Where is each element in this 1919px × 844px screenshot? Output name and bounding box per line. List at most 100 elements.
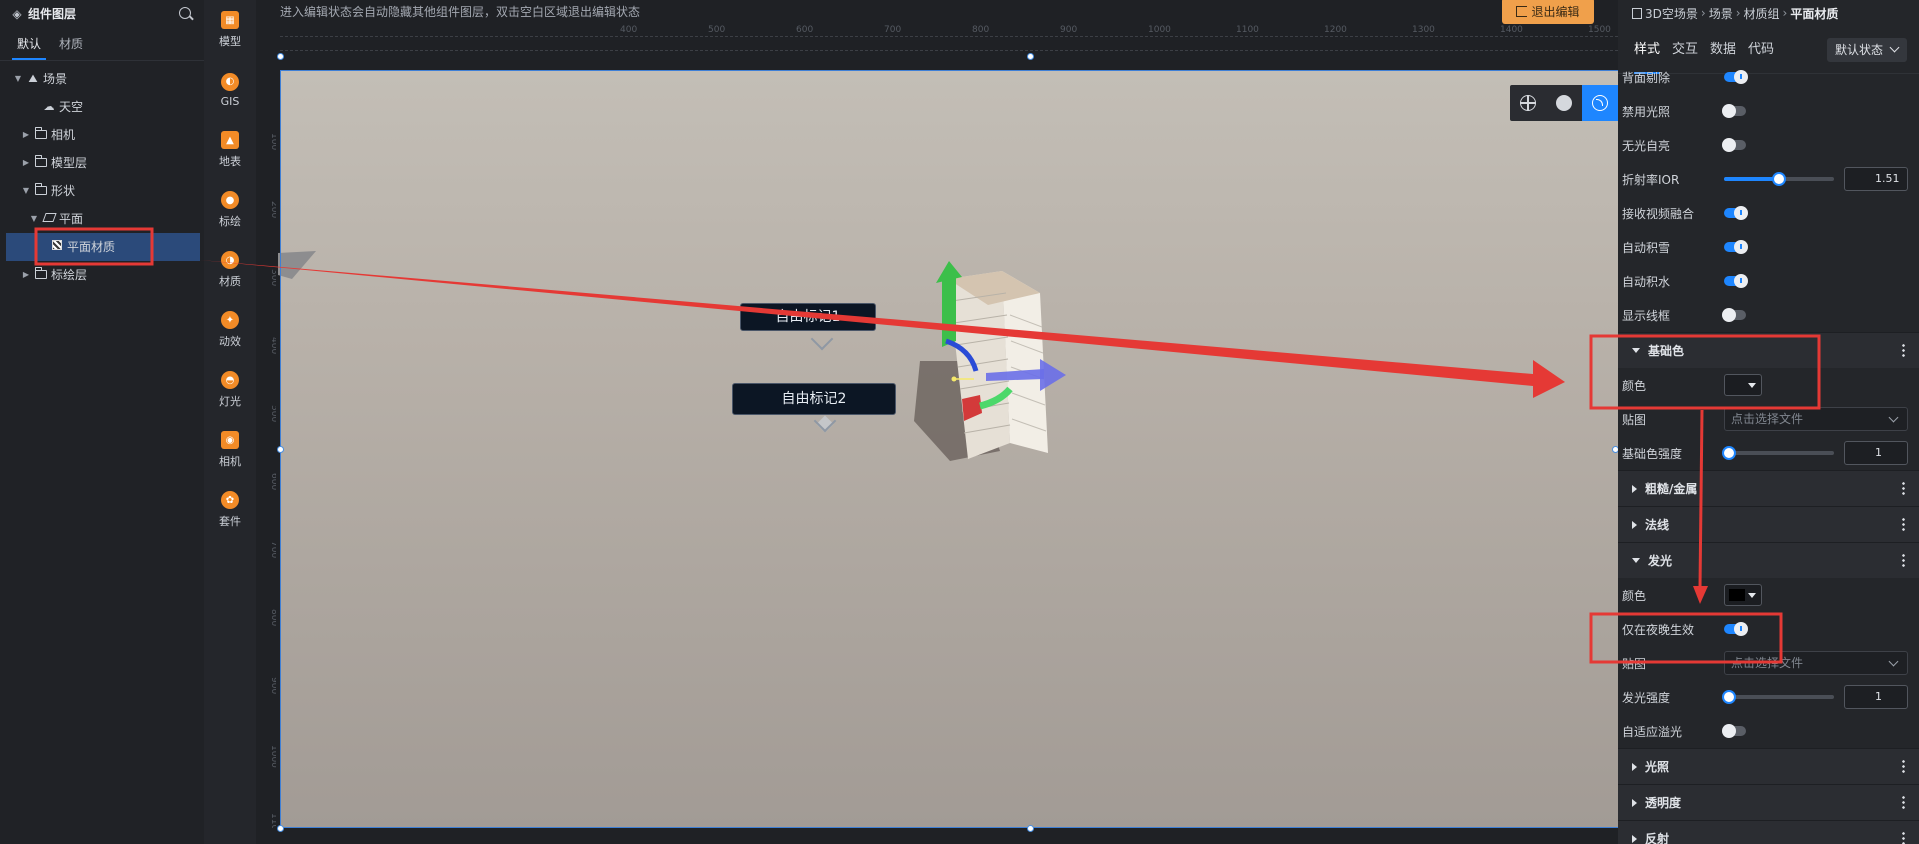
resize-handle-bottom[interactable] [1027,825,1034,832]
row-base-texture: 贴图 点击选择文件 [1618,402,1919,436]
more-icon[interactable] [1902,831,1905,844]
tool-camera[interactable]: ◉ 相机 [204,420,256,480]
tree-item-model-layer[interactable]: ▶ 模型层 [0,149,204,177]
resize-handle-bottom-left[interactable] [277,825,284,832]
chevron-down-icon[interactable]: ▼ [20,177,32,205]
tool-gis[interactable]: ◐ GIS [204,60,256,120]
tool-label: 模型 [219,35,241,48]
chevron-right-icon [1632,520,1637,529]
chevron-down-icon[interactable]: ▼ [12,65,24,93]
caret-down-icon [1748,593,1756,598]
auto-water-toggle[interactable] [1724,274,1748,288]
ruler-tick-label: 600 [796,25,813,34]
chevron-right-icon [1632,798,1637,807]
tool-light[interactable]: ◓ 灯光 [204,360,256,420]
tree-item-shape[interactable]: ▼ 形状 [0,177,204,205]
section-normal[interactable]: 法线 [1618,506,1919,542]
breadcrumb-item[interactable]: 材质组 [1744,5,1780,22]
section-emission[interactable]: 发光 [1618,542,1919,578]
section-roughness-metal[interactable]: 粗糙/金属 [1618,470,1919,506]
more-icon[interactable] [1902,343,1905,358]
tree-item-plot-layer[interactable]: ▶ 标绘层 [0,261,204,289]
ruler-dashes [280,36,1618,42]
chevron-right-icon[interactable]: ▶ [20,121,32,149]
tool-material[interactable]: ◑ 材质 [204,240,256,300]
ior-input[interactable]: 1.51 [1844,167,1908,191]
breadcrumb-item[interactable]: 场景 [1709,5,1733,22]
self-illum-toggle[interactable] [1722,138,1746,152]
more-icon[interactable] [1902,759,1905,774]
tool-label: 相机 [219,455,241,468]
tree-item-camera[interactable]: ▶ 相机 [0,121,204,149]
video-fusion-toggle[interactable] [1724,206,1748,220]
row-label: 自适应溢光 [1622,724,1683,739]
exit-edit-button[interactable]: 退出编辑 [1502,0,1594,24]
tree-item-plane[interactable]: ▼ 平面 [0,205,204,233]
more-icon[interactable] [1902,553,1905,568]
chevron-down-icon[interactable]: ▼ [28,205,40,233]
base-intensity-input[interactable]: 1 [1844,441,1908,465]
tree-item-plane-material[interactable]: 平面材质 [6,233,200,261]
row-label: 贴图 [1622,412,1647,427]
row-backface-cull: 背面剔除 [1618,60,1919,94]
row-video-fusion: 接收视频融合 [1618,196,1919,230]
tree-item-label: 平面材质 [67,240,116,254]
section-lighting[interactable]: 光照 [1618,748,1919,784]
more-icon[interactable] [1902,481,1905,496]
more-icon[interactable] [1902,795,1905,810]
state-select[interactable]: 默认状态 [1827,38,1907,62]
resize-handle-left[interactable] [277,446,284,453]
layer-tabs: 默认 材质 [0,27,204,61]
tree-item-label: 形状 [51,184,76,198]
breadcrumb-current: 平面材质 [1790,6,1839,21]
adaptive-bloom-toggle[interactable] [1722,724,1746,738]
more-icon[interactable] [1902,517,1905,532]
breadcrumb-item[interactable]: 3D空场景 [1645,5,1698,22]
row-label: 自动积水 [1622,274,1671,289]
tab-material[interactable]: 材质 [54,27,88,60]
tree-item-scene[interactable]: ▼ ⛰ 场景 [0,65,204,93]
search-icon[interactable] [178,6,194,22]
edit-hint: 进入编辑状态会自动隐藏其他组件图层，双击空白区域退出编辑状态 [280,5,641,19]
chevron-right-icon[interactable]: ▶ [20,149,32,177]
tool-effect[interactable]: ✦ 动效 [204,300,256,360]
resize-handle-top[interactable] [1027,53,1034,60]
section-title: 反射 [1645,832,1670,844]
chevron-right-icon[interactable]: ▶ [20,261,32,289]
tool-kit[interactable]: ✿ 套件 [204,480,256,540]
ior-slider[interactable] [1724,172,1834,186]
emission-color-picker[interactable] [1724,584,1762,606]
section-base-color[interactable]: 基础色 [1618,332,1919,368]
wireframe-toggle[interactable] [1722,308,1746,322]
disable-lighting-toggle[interactable] [1722,104,1746,118]
row-self-illum: 无光自亮 [1618,128,1919,162]
night-only-toggle[interactable] [1724,622,1748,636]
auto-snow-toggle[interactable] [1724,240,1748,254]
tool-label: 动效 [219,335,241,348]
row-night-only: 仅在夜晚生效 [1618,612,1919,646]
tab-default[interactable]: 默认 [12,27,47,60]
base-color-picker[interactable] [1724,374,1762,396]
emission-texture-select[interactable]: 点击选择文件 [1724,651,1908,675]
tree-item-sky[interactable]: ☁ 天空 [0,93,204,121]
row-label: 显示线框 [1622,308,1671,323]
row-label: 仅在夜晚生效 [1622,622,1695,637]
section-reflection[interactable]: 反射 [1618,820,1919,844]
emission-intensity-slider[interactable] [1722,690,1834,704]
tool-model[interactable]: ▦ 模型 [204,0,256,60]
ruler-dashes [280,50,1618,56]
row-label: 基础色强度 [1622,446,1683,461]
section-opacity[interactable]: 透明度 [1618,784,1919,820]
backface-cull-toggle[interactable] [1724,70,1748,84]
section-title: 粗糙/金属 [1645,482,1698,496]
base-intensity-slider[interactable] [1722,446,1834,460]
base-texture-select[interactable]: 点击选择文件 [1724,407,1908,431]
tool-terrain[interactable]: ▲ 地表 [204,120,256,180]
chevron-down-icon [1632,348,1640,353]
tool-marker[interactable]: ● 标绘 [204,180,256,240]
ruler-tick-label: 1200 [1324,25,1347,34]
ruler-tick-label: 500 [269,405,276,422]
resize-handle-top-left[interactable] [277,53,284,60]
emission-intensity-input[interactable]: 1 [1844,685,1908,709]
ruler-tick-label: 1100 [269,813,276,828]
